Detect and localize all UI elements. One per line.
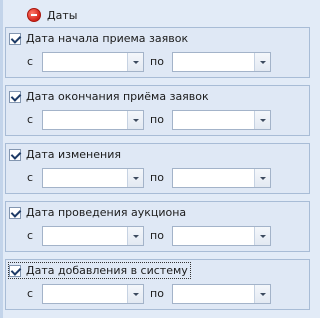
date-to-combo[interactable] [172, 168, 271, 188]
chevron-down-icon [132, 176, 139, 180]
range-to-label: по [150, 55, 164, 68]
date-to-combo[interactable] [172, 110, 271, 130]
dropdown-button[interactable] [127, 53, 143, 71]
dropdown-button[interactable] [254, 53, 270, 71]
chevron-down-icon [132, 234, 139, 238]
filter-checkbox[interactable] [9, 206, 21, 219]
date-from-combo[interactable] [42, 52, 144, 72]
chevron-down-icon [132, 292, 139, 296]
range-to-label: по [150, 113, 164, 126]
dropdown-button[interactable] [127, 227, 143, 245]
date-filter-group-auction: Дата проведения аукциона с по [5, 201, 310, 252]
filter-checkbox[interactable] [9, 90, 21, 103]
filter-label: Дата добавления в систему [26, 264, 188, 277]
filter-label: Дата проведения аукциона [26, 206, 187, 219]
date-from-input[interactable] [43, 111, 127, 129]
dropdown-button[interactable] [127, 169, 143, 187]
range-from-label: с [27, 171, 34, 184]
chevron-down-icon [259, 176, 266, 180]
filter-toggle[interactable]: Дата проведения аукциона [9, 205, 186, 220]
date-to-input[interactable] [173, 169, 254, 187]
dropdown-button[interactable] [254, 169, 270, 187]
chevron-down-icon [259, 292, 266, 296]
filter-checkbox[interactable] [9, 148, 21, 161]
filter-label: Дата изменения [26, 148, 121, 161]
section-title: Даты [47, 8, 78, 22]
date-from-combo[interactable] [42, 168, 144, 188]
chevron-down-icon [132, 60, 139, 64]
date-from-combo[interactable] [42, 284, 144, 304]
range-to-label: по [150, 229, 164, 242]
filter-toggle[interactable]: Дата окончания приёма заявок [9, 89, 209, 104]
date-from-input[interactable] [43, 227, 127, 245]
date-filter-group-application-end: Дата окончания приёма заявок с по [5, 85, 310, 136]
date-from-input[interactable] [43, 169, 127, 187]
chevron-down-icon [259, 234, 266, 238]
chevron-down-icon [259, 118, 266, 122]
filter-checkbox[interactable] [9, 32, 21, 45]
date-to-input[interactable] [173, 53, 254, 71]
range-to-label: по [150, 171, 164, 184]
date-from-combo[interactable] [42, 110, 144, 130]
panel-edge [0, 0, 3, 318]
date-to-input[interactable] [173, 285, 254, 303]
date-filter-group-application-start: Дата начала приема заявок с по [5, 27, 310, 78]
date-filter-group-added: Дата добавления в систему с по [5, 259, 310, 310]
range-from-label: с [27, 287, 34, 300]
range-from-label: с [27, 113, 34, 126]
date-to-input[interactable] [173, 111, 254, 129]
dropdown-button[interactable] [254, 285, 270, 303]
date-from-combo[interactable] [42, 226, 144, 246]
minus-circle-icon[interactable] [27, 8, 41, 22]
dropdown-button[interactable] [254, 227, 270, 245]
range-from-label: с [27, 55, 34, 68]
dropdown-button[interactable] [127, 111, 143, 129]
chevron-down-icon [259, 60, 266, 64]
date-to-combo[interactable] [172, 226, 271, 246]
filter-toggle[interactable]: Дата начала приема заявок [9, 31, 188, 46]
dropdown-button[interactable] [254, 111, 270, 129]
range-from-label: с [27, 229, 34, 242]
date-filter-group-modified: Дата изменения с по [5, 143, 310, 194]
date-from-input[interactable] [43, 285, 127, 303]
filter-label: Дата окончания приёма заявок [26, 90, 209, 103]
filter-toggle[interactable]: Дата изменения [9, 147, 121, 162]
chevron-down-icon [132, 118, 139, 122]
date-to-combo[interactable] [172, 52, 271, 72]
date-from-input[interactable] [43, 53, 127, 71]
date-to-input[interactable] [173, 227, 254, 245]
range-to-label: по [150, 287, 164, 300]
dropdown-button[interactable] [127, 285, 143, 303]
section-header[interactable]: Даты [27, 6, 77, 24]
filter-label: Дата начала приема заявок [26, 32, 189, 45]
filter-checkbox[interactable] [9, 264, 21, 277]
filter-toggle[interactable]: Дата добавления в систему [8, 262, 191, 279]
date-to-combo[interactable] [172, 284, 271, 304]
